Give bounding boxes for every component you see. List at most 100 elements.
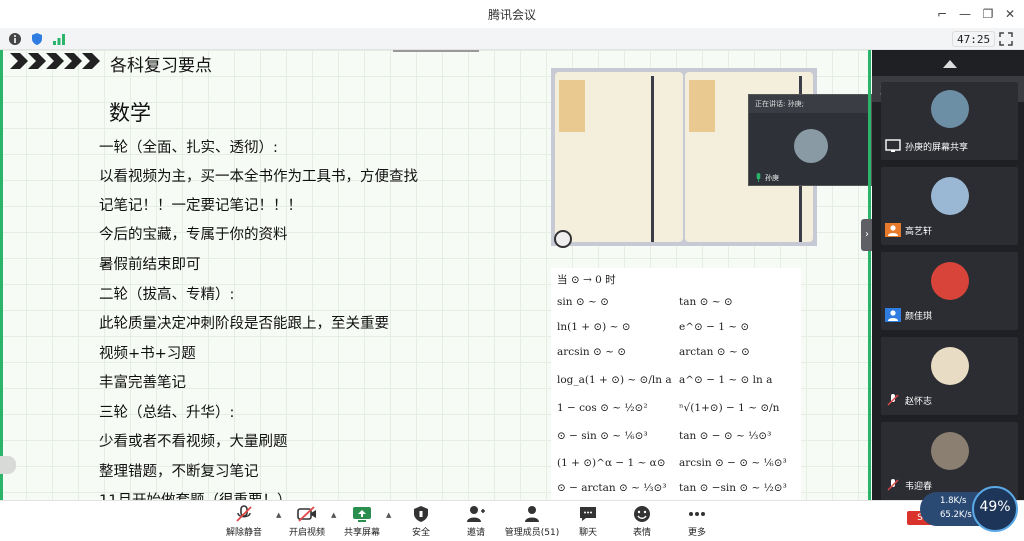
slide-line: 整理错题，不断复习笔记: [99, 464, 259, 480]
user-icon: [885, 308, 901, 322]
accent-bar-right: [868, 50, 871, 500]
participant-tile[interactable]: 颜佳琪: [881, 252, 1018, 330]
avatar: [931, 90, 969, 128]
participant-tile[interactable]: 高艺轩: [881, 167, 1018, 245]
play-icon[interactable]: [554, 230, 572, 248]
notebook-label: [559, 80, 585, 132]
notebook-label: [689, 80, 715, 132]
avatar: [931, 432, 969, 470]
invite-label: 邀请: [466, 528, 485, 538]
slide-menu-toggle[interactable]: [0, 456, 16, 474]
share-screen-button[interactable]: 共享屏幕: [334, 505, 390, 538]
invite-user-icon: [467, 506, 485, 522]
slide-line: 丰富完善笔记: [99, 375, 186, 391]
pin-icon[interactable]: ⌐: [933, 5, 951, 23]
close-button[interactable]: ✕: [1001, 5, 1019, 23]
formula: tan ⊙ −sin ⊙ ~ ½⊙³: [679, 482, 787, 494]
participant-name: 赵怀志: [905, 397, 933, 407]
share-screen-label: 共享屏幕: [343, 528, 380, 538]
network-gauge-value: 49%: [979, 499, 1011, 515]
chat-label: 聊天: [578, 528, 597, 538]
formula: ⊙ − arctan ⊙ ~ ⅓⊙³: [557, 482, 667, 494]
formula: sin ⊙ ~ ⊙: [557, 296, 609, 308]
more-label: 更多: [687, 528, 706, 538]
manage-members-label: 管理成员(51): [504, 528, 560, 538]
slide-line: 此轮质量决定冲刺阶段是否能跟上，至关重要: [99, 316, 389, 332]
bottom-toolbar: 解除静音 ▲ 开启视频 ▲ 共享屏幕 ▲ 安全 邀请 管理成员(51) 聊天 表…: [0, 500, 1024, 541]
accent-bar-left: [0, 50, 3, 500]
invite-button[interactable]: 邀请: [448, 505, 504, 538]
upload-speed: 1.8K/s: [940, 496, 967, 506]
members-icon: [525, 506, 539, 522]
shield-icon: [414, 506, 428, 522]
reaction-button[interactable]: 表情: [614, 505, 670, 538]
participant-name: 韦迎春: [905, 482, 933, 492]
restore-button[interactable]: ❐: [979, 5, 997, 23]
emoji-icon: [634, 506, 650, 522]
share-screen-icon: [353, 507, 371, 522]
scroll-up-icon[interactable]: [943, 60, 957, 68]
participant-tile[interactable]: 孙庚的屏幕共享: [881, 82, 1018, 160]
title-bar: 腾讯会议 ⌐ — ❐ ✕: [0, 0, 1024, 28]
formula: arcsin ⊙ − ⊙ ~ ⅙⊙³: [679, 457, 787, 469]
download-speed: 65.2K/s: [940, 510, 972, 520]
more-dots-icon: [689, 512, 705, 516]
security-button[interactable]: 安全: [393, 505, 449, 538]
slide-line: 暑假前结束即可: [99, 257, 201, 273]
status-bar: 47:25: [0, 28, 1024, 50]
mini-view-header: 正在讲话: 孙庚;: [749, 95, 871, 113]
unmute-label: 解除静音: [225, 528, 262, 538]
shield-icon[interactable]: [30, 32, 44, 46]
share-options-caret-icon[interactable]: ▲: [386, 511, 391, 519]
fullscreen-icon[interactable]: [999, 32, 1013, 46]
shared-screen[interactable]: 各科复习要点 数学 一轮（全面、扎实、透彻）: 以看视频为主，买一本全书作为工具…: [0, 50, 872, 500]
chat-icon: [580, 507, 596, 521]
manage-members-button[interactable]: 管理成员(51): [504, 505, 560, 538]
formula: 1 − cos ⊙ ~ ½⊙²: [557, 402, 648, 414]
slide-line: 记笔记！！一定要记笔记！！！: [99, 198, 302, 214]
window-title: 腾讯会议: [487, 8, 536, 22]
more-button[interactable]: 更多: [669, 505, 725, 538]
slide-line: 一轮（全面、扎实、透彻）:: [99, 140, 278, 156]
slide-line: 今后的宝藏，专属于你的资料: [99, 227, 288, 243]
camera-off-icon: [297, 506, 316, 522]
formula: arcsin ⊙ ~ ⊙: [557, 346, 627, 358]
slide-line: 少看或者不看视频，大量刷题: [99, 434, 288, 450]
unmute-button[interactable]: 解除静音: [216, 505, 272, 538]
formula: (1 + ⊙)^α − 1 ~ α⊙: [557, 457, 666, 469]
slide-line: 以看视频为主，买一本全书作为工具书，方便查找: [99, 169, 418, 185]
slide-line: 二轮（拔高、专精）:: [99, 287, 235, 303]
meeting-timer: 47:25: [952, 31, 996, 47]
screen-share-icon: [885, 139, 901, 152]
mini-view-name: 孙庚: [765, 174, 779, 182]
slide-line: 视频+书+习题: [99, 346, 196, 362]
avatar: [931, 177, 969, 215]
formula-condition: 当 ⊙ → 0 时: [557, 274, 616, 286]
avatar: [794, 129, 828, 163]
chat-button[interactable]: 聊天: [560, 505, 616, 538]
slide-heading: 各科复习要点: [110, 56, 212, 76]
formula: tan ⊙ − ⊙ ~ ⅓⊙³: [679, 430, 772, 442]
participant-name: 高艺轩: [905, 227, 933, 237]
mic-on-icon: [756, 173, 761, 182]
formula: ⁿ√(1+⊙) − 1 ~ ⊙/n: [679, 402, 780, 414]
signal-icon[interactable]: [52, 32, 66, 46]
speaker-mini-view[interactable]: 正在讲话: 孙庚; 孙庚: [748, 94, 872, 186]
chevron-arrows-icon: [10, 53, 100, 69]
formula: e^⊙ − 1 ~ ⊙: [679, 321, 750, 333]
formula: ⊙ − sin ⊙ ~ ⅙⊙³: [557, 430, 648, 442]
formula: a^⊙ − 1 ~ ⊙ ln a: [679, 374, 773, 386]
security-label: 安全: [411, 528, 430, 538]
minimize-button[interactable]: —: [956, 5, 974, 23]
slide-line: 三轮（总结、升华）:: [99, 405, 235, 421]
participant-name: 孙庚的屏幕共享: [905, 143, 969, 153]
info-icon[interactable]: [8, 32, 22, 46]
participant-tile[interactable]: 赵怀志: [881, 337, 1018, 415]
start-video-button[interactable]: 开启视频: [279, 505, 335, 538]
formula: ln(1 + ⊙) ~ ⊙: [557, 321, 631, 333]
formula: arctan ⊙ ~ ⊙: [679, 346, 750, 358]
slide-subject: 数学: [109, 101, 151, 125]
mic-muted-icon: [236, 505, 252, 522]
formula-table: 当 ⊙ → 0 时 sin ⊙ ~ ⊙ tan ⊙ ~ ⊙ ln(1 + ⊙) …: [551, 268, 801, 500]
formula: log_a(1 + ⊙) ~ ⊙/ln a: [557, 374, 672, 386]
